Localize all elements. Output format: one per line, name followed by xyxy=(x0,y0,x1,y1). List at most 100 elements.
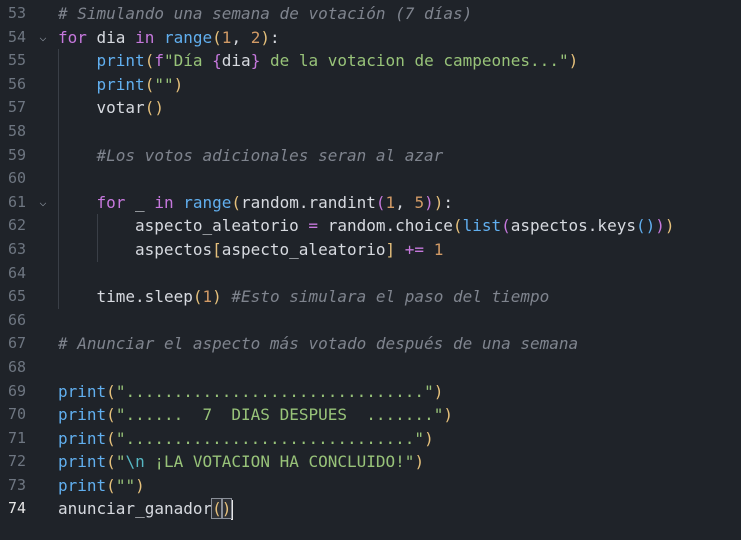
code-line[interactable]: 60 xyxy=(0,167,741,191)
code-text[interactable]: # Anunciar el aspecto más votado después… xyxy=(58,332,578,356)
code-text[interactable]: print("..............................") xyxy=(58,427,434,451)
code-token: # Anunciar el aspecto más votado después… xyxy=(58,334,579,354)
code-token: votar xyxy=(96,98,145,118)
code-token: for xyxy=(58,27,87,47)
line-number: 66 xyxy=(7,310,26,329)
line-number: 62 xyxy=(7,216,26,235)
code-token: print xyxy=(58,452,107,472)
code-line[interactable]: 73 print("") xyxy=(0,474,741,498)
code-token: { xyxy=(212,51,222,71)
code-text[interactable]: #Los votos adicionales seran al azar xyxy=(97,144,444,168)
code-line[interactable]: 71 print(".............................."… xyxy=(0,427,741,451)
code-line[interactable]: 64 xyxy=(0,261,741,286)
code-text[interactable]: print("...... 7 DIAS DESPUES .......") xyxy=(58,403,453,427)
indent-guide xyxy=(58,167,59,191)
code-token: ) xyxy=(433,381,444,401)
line-number: 74 xyxy=(7,499,26,518)
code-line[interactable]: 56 print("") xyxy=(0,72,741,97)
code-line[interactable]: 58 xyxy=(0,119,741,144)
code-line[interactable]: 72 print("\n ¡LA VOTACION HA CONCLUIDO!") xyxy=(0,450,741,474)
code-line[interactable]: 61 ⌵ for _ in range(random.randint(1, 5)): xyxy=(0,190,741,215)
indent-guide xyxy=(96,237,98,262)
code-token: ( xyxy=(144,51,155,71)
code-token: ) xyxy=(424,192,434,212)
code-line[interactable]: 62 aspecto_aleatorio = random.choice(list… xyxy=(0,214,741,238)
code-token: "" xyxy=(115,475,136,495)
code-token: ¡LA VOTACION HA CONCLUIDO!" xyxy=(144,452,415,472)
code-token: de la votacion de campeones..." xyxy=(260,51,569,71)
code-token: , xyxy=(395,192,415,212)
code-text[interactable]: print(f"Día {dia} de la votacion de camp… xyxy=(97,49,579,73)
code-token: : xyxy=(443,192,454,212)
line-number: 58 xyxy=(7,121,26,140)
code-token: dia xyxy=(86,27,136,47)
code-line[interactable]: 57 votar() xyxy=(0,96,741,120)
line-number: 71 xyxy=(7,428,26,447)
code-token: 2 xyxy=(250,27,261,47)
code-token: "Día xyxy=(163,51,213,71)
code-token: ( xyxy=(211,498,223,520)
line-number: 61 xyxy=(7,192,26,211)
code-token: ( xyxy=(501,216,511,236)
code-token: print xyxy=(58,381,107,401)
indent-guide xyxy=(58,96,59,120)
code-token: ( xyxy=(106,475,116,495)
code-text[interactable]: # Simulando una semana de votación (7 dí… xyxy=(58,2,472,26)
code-line[interactable]: 59 #Los votos adicionales seran al azar xyxy=(0,143,741,168)
code-editor[interactable]: 53 # Simulando una semana de votación (7 … xyxy=(0,0,741,540)
fold-chevron-icon[interactable]: ⌵ xyxy=(35,191,51,215)
line-number: 60 xyxy=(7,169,26,188)
code-line[interactable]: 68 xyxy=(0,356,741,380)
code-lines[interactable]: 53 # Simulando una semana de votación (7 … xyxy=(0,2,741,521)
code-token: [ xyxy=(212,239,222,259)
code-text[interactable]: time.sleep(1) #Esto simulara el paso del… xyxy=(97,285,550,309)
code-token: ".............................." xyxy=(115,428,425,448)
code-text[interactable]: votar() xyxy=(97,96,164,120)
code-token: ) xyxy=(220,498,233,520)
code-text[interactable]: aspecto_aleatorio = random.choice(list(a… xyxy=(135,214,674,238)
code-token: ) xyxy=(135,475,145,495)
code-token: += xyxy=(404,239,425,259)
code-token: ) xyxy=(173,74,184,94)
code-text[interactable]: aspectos[aspecto_aleatorio] += 1 xyxy=(135,238,443,262)
code-line[interactable]: 54 ⌵ for dia in range(1, 2): xyxy=(0,26,741,50)
code-token: ] xyxy=(385,239,396,259)
code-token: aspecto_aleatorio xyxy=(221,239,386,259)
code-line[interactable]: 70 print("...... 7 DIAS DESPUES .......") xyxy=(0,403,741,427)
line-number: 55 xyxy=(7,51,26,70)
code-line[interactable]: 69 print("...............................… xyxy=(0,380,741,404)
code-line[interactable]: 67 # Anunciar el aspecto más votado despu… xyxy=(0,332,741,356)
indent-guide xyxy=(58,261,59,286)
indent-guide xyxy=(58,49,59,73)
code-text[interactable]: print("\n ¡LA VOTACION HA CONCLUIDO!") xyxy=(58,450,424,474)
code-token: ) xyxy=(414,452,425,472)
code-text[interactable]: print("") xyxy=(58,474,145,498)
code-line[interactable]: 66 xyxy=(0,309,741,333)
code-text[interactable]: print("...............................") xyxy=(58,380,443,404)
code-token: ) xyxy=(212,287,222,307)
code-line[interactable]: 63 aspectos[aspecto_aleatorio] += 1 xyxy=(0,237,741,262)
code-line[interactable]: 55 print(f"Día {dia} de la votacion de ca… xyxy=(0,49,741,73)
code-text[interactable]: for dia in range(1, 2): xyxy=(58,26,280,50)
code-token: time.sleep xyxy=(96,287,193,307)
code-token: range xyxy=(183,192,232,212)
code-token: "...... 7 DIAS DESPUES ......." xyxy=(115,405,444,425)
code-line[interactable]: 74 anunciar_ganador() xyxy=(0,497,741,521)
code-token: \n xyxy=(125,452,145,472)
fold-chevron-icon[interactable]: ⌵ xyxy=(35,26,51,50)
code-line[interactable]: 53 # Simulando una semana de votación (7 … xyxy=(0,2,741,26)
line-number: 64 xyxy=(7,263,26,282)
code-token: 5 xyxy=(414,192,425,212)
indent-guide xyxy=(58,143,59,168)
code-text[interactable]: anunciar_ganador() xyxy=(58,497,234,521)
code-line[interactable]: 65 time.sleep(1) #Esto simulara el paso d… xyxy=(0,285,741,309)
indent-guide xyxy=(58,190,59,215)
line-number: 72 xyxy=(7,452,26,471)
code-text[interactable]: for _ in range(random.randint(1, 5)): xyxy=(97,191,454,215)
code-token: ) xyxy=(260,27,270,47)
code-token: print xyxy=(96,51,145,71)
code-text[interactable]: print("") xyxy=(97,73,184,97)
